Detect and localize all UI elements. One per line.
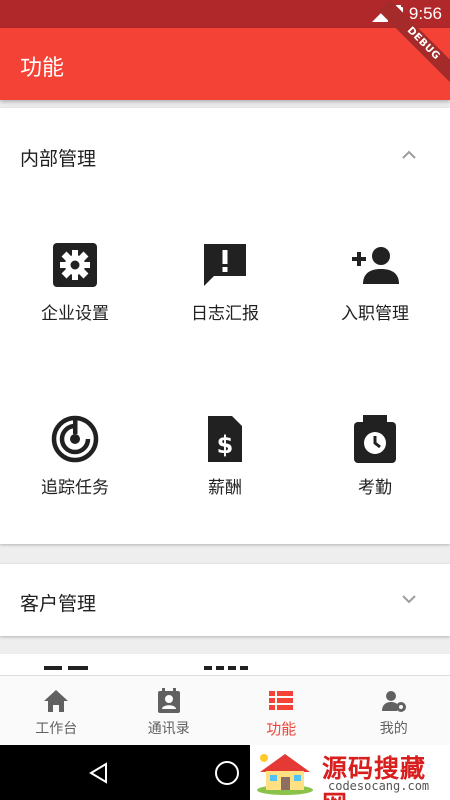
grid-item-label: 考勤 [358, 478, 392, 498]
watermark-logo: 源码搜藏网 codesocang.com [250, 745, 450, 800]
grid-item-log-report[interactable]: 日志汇报 [150, 240, 300, 360]
grid-item-salary[interactable]: $ 薪酬 [150, 414, 300, 534]
home-icon [44, 690, 69, 712]
partial-icon [204, 666, 251, 670]
grid-item-label: 日志汇报 [191, 304, 259, 324]
salary-document-icon: $ [208, 416, 242, 462]
contacts-icon [157, 688, 180, 713]
function-list[interactable]: 内部管理 企业设置 日志汇报 入职管理 追踪任务 $ 薪酬 考勤 客户管理 [0, 100, 450, 675]
nav-label: 工作台 [35, 721, 78, 737]
nav-label: 通讯录 [147, 721, 190, 737]
svg-text:$: $ [217, 431, 234, 459]
status-time: 9:56 [408, 4, 442, 23]
grid-item-label: 企业设置 [41, 304, 109, 324]
nav-label: 我的 [379, 721, 408, 737]
nav-item-mine[interactable]: 我的 [338, 676, 450, 745]
chevron-down-icon[interactable] [402, 592, 416, 606]
partial-icon [68, 666, 88, 670]
grid-item-enterprise-settings[interactable]: 企业设置 [0, 240, 150, 360]
page-title: 功能 [20, 56, 65, 81]
view-list-icon [269, 691, 294, 710]
watermark-url: codesocang.com [328, 779, 430, 793]
nav-item-functions[interactable]: 功能 [225, 676, 338, 745]
feedback-icon [204, 244, 246, 286]
section-title: 内部管理 [20, 148, 97, 170]
internal-management-header[interactable]: 内部管理 [0, 108, 450, 204]
nav-label: 功能 [266, 720, 297, 738]
back-triangle-icon[interactable] [88, 762, 110, 784]
grid-item-label: 入职管理 [341, 304, 409, 324]
grid-item-label: 薪酬 [208, 478, 242, 498]
grid-item-label: 追踪任务 [41, 478, 109, 498]
attendance-clock-icon [354, 415, 396, 463]
section-title: 客户管理 [20, 593, 97, 615]
grid-item-attendance[interactable]: 考勤 [300, 414, 450, 534]
radar-track-icon [51, 415, 99, 463]
settings-icon [53, 243, 97, 287]
bottom-navigation: 工作台 通讯录 功能 我的 [0, 675, 450, 745]
nav-item-workbench[interactable]: 工作台 [0, 676, 113, 745]
person-add-icon [352, 247, 399, 284]
grid-item-onboarding[interactable]: 入职管理 [300, 240, 450, 360]
nav-item-contacts[interactable]: 通讯录 [113, 676, 226, 745]
partial-icon [44, 666, 62, 670]
customer-management-card[interactable]: 客户管理 [0, 564, 450, 636]
house-logo-icon [257, 754, 313, 795]
chevron-up-icon[interactable] [402, 148, 416, 162]
user-settings-icon [381, 691, 406, 712]
next-card-partial [0, 654, 450, 675]
internal-management-card: 内部管理 企业设置 日志汇报 入职管理 追踪任务 $ 薪酬 考勤 [0, 108, 450, 544]
grid-item-track-tasks[interactable]: 追踪任务 [0, 414, 150, 534]
home-circle-icon[interactable] [215, 761, 239, 785]
app-bar: 功能 [0, 28, 450, 100]
